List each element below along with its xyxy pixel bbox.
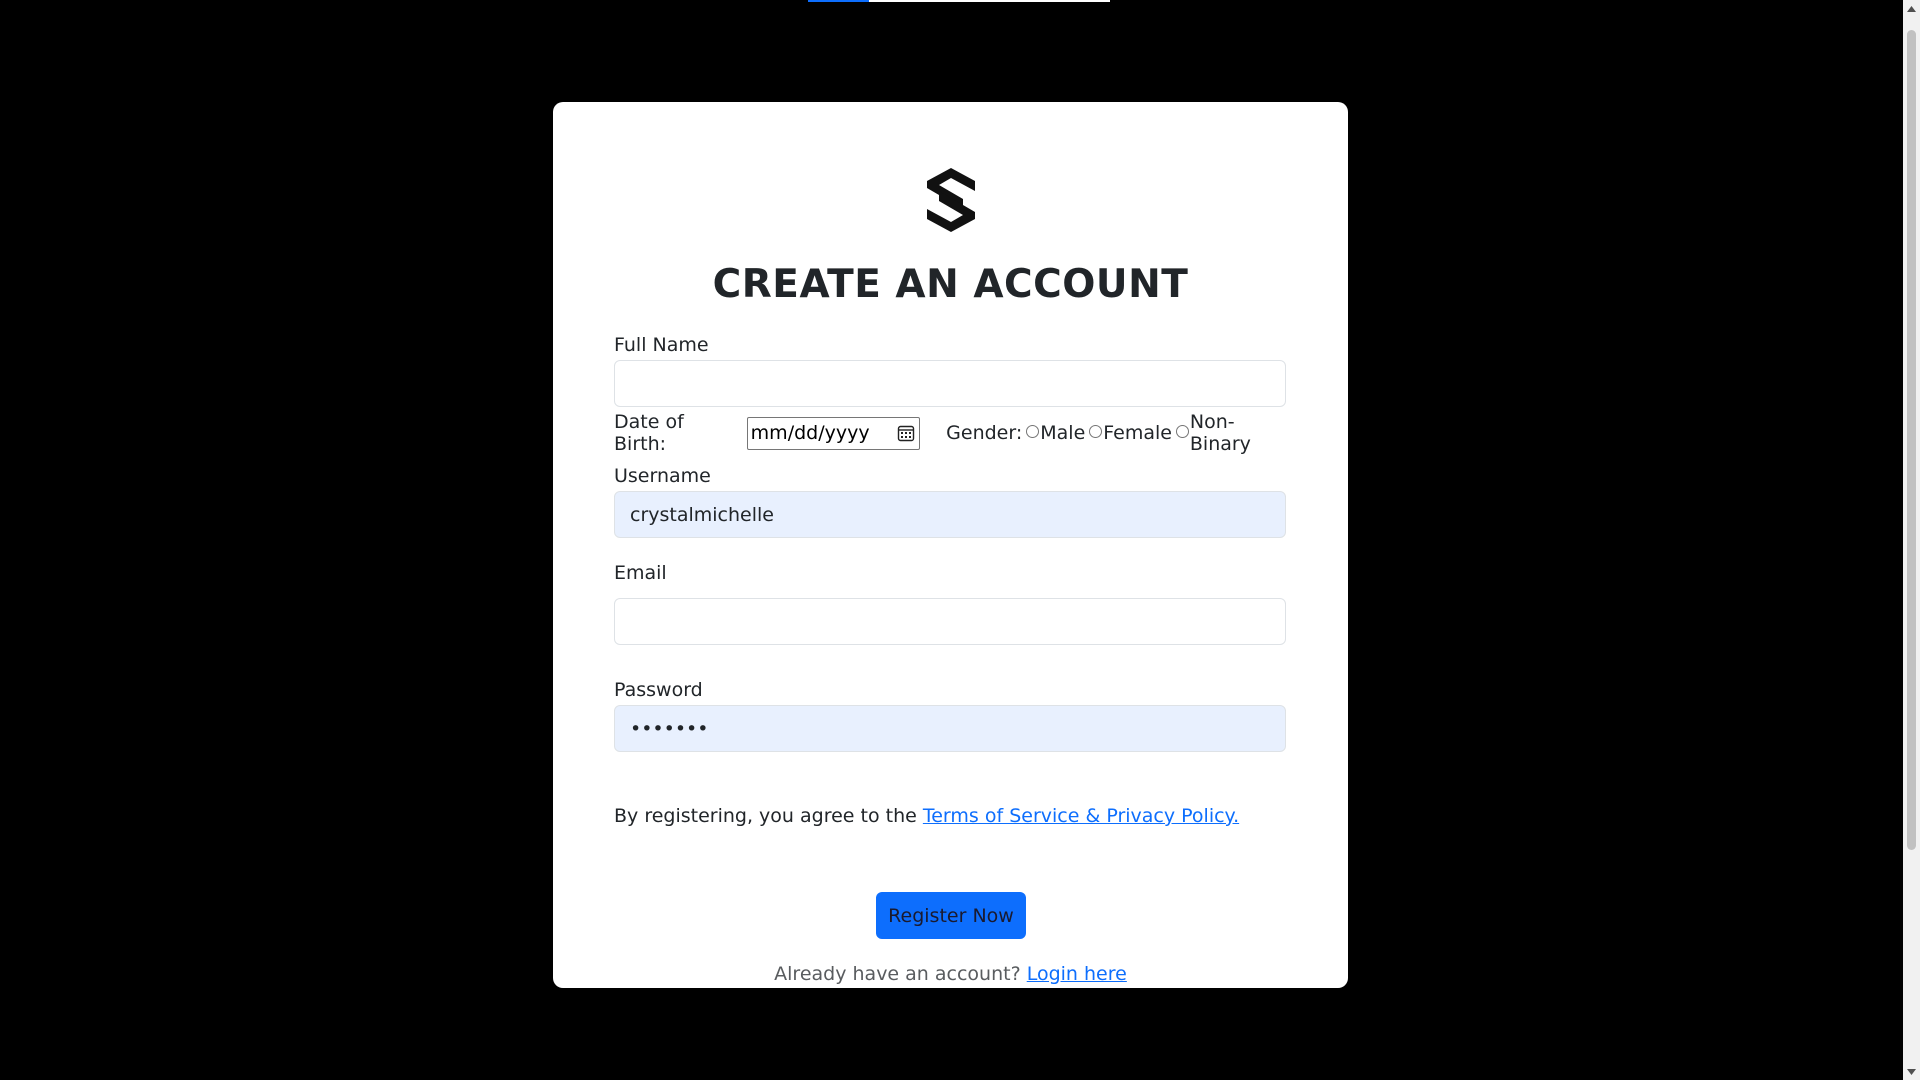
dob-placeholder: mm/dd/yyyy xyxy=(750,422,870,444)
scroll-down-arrow-icon[interactable] xyxy=(1903,1063,1920,1080)
gender-option-female[interactable]: Female xyxy=(1087,422,1172,444)
gender-option-label: Male xyxy=(1040,422,1086,444)
dob-label: Date of Birth: xyxy=(614,411,684,455)
gender-option-male[interactable]: Male xyxy=(1024,422,1085,444)
terms-text: By registering, you agree to the Terms o… xyxy=(614,805,1239,827)
gender-label: Gender: xyxy=(946,422,1023,444)
email-label: Email xyxy=(614,562,667,584)
register-card: CREATE AN ACCOUNT Full Name Date of Birt… xyxy=(553,102,1348,988)
terms-link[interactable]: Terms of Service & Privacy Policy. xyxy=(923,805,1239,827)
scroll-up-arrow-icon[interactable] xyxy=(1903,0,1920,17)
terms-prefix: By registering, you agree to the xyxy=(614,805,923,827)
vertical-scrollbar[interactable] xyxy=(1903,0,1920,1080)
gender-radio-male[interactable] xyxy=(1026,424,1040,438)
scroll-thumb[interactable] xyxy=(1907,30,1916,850)
full-name-input[interactable] xyxy=(614,360,1286,407)
gender-radio-non-binary[interactable] xyxy=(1175,424,1189,438)
page-viewport: CREATE AN ACCOUNT Full Name Date of Birt… xyxy=(0,0,1920,1080)
login-link[interactable]: Login here xyxy=(1027,963,1127,985)
gender-option-label: Female xyxy=(1103,422,1172,444)
password-label: Password xyxy=(614,679,703,701)
password-input[interactable] xyxy=(614,705,1286,752)
username-input[interactable] xyxy=(614,491,1286,538)
dob-input[interactable]: mm/dd/yyyy xyxy=(746,416,921,450)
register-button[interactable]: Register Now xyxy=(876,892,1026,939)
gender-radio-female[interactable] xyxy=(1089,424,1103,438)
gender-option-non-binary[interactable]: Non-Binary xyxy=(1174,411,1294,455)
login-prefix: Already have an account? xyxy=(774,963,1027,985)
brand-s-logo-icon xyxy=(919,166,983,234)
gender-option-label: Non-Binary xyxy=(1189,411,1251,455)
calendar-icon[interactable] xyxy=(897,424,915,442)
username-label: Username xyxy=(614,465,711,487)
login-prompt: Already have an account? Login here xyxy=(553,963,1348,985)
email-input[interactable] xyxy=(614,598,1286,645)
dob-gender-row: Date of Birth: mm/dd/yyyy Gender: Male F… xyxy=(614,411,1294,455)
top-edge-accent xyxy=(808,0,869,2)
top-edge-strip xyxy=(808,0,1110,2)
page-title: CREATE AN ACCOUNT xyxy=(712,262,1189,307)
full-name-label: Full Name xyxy=(614,334,709,356)
